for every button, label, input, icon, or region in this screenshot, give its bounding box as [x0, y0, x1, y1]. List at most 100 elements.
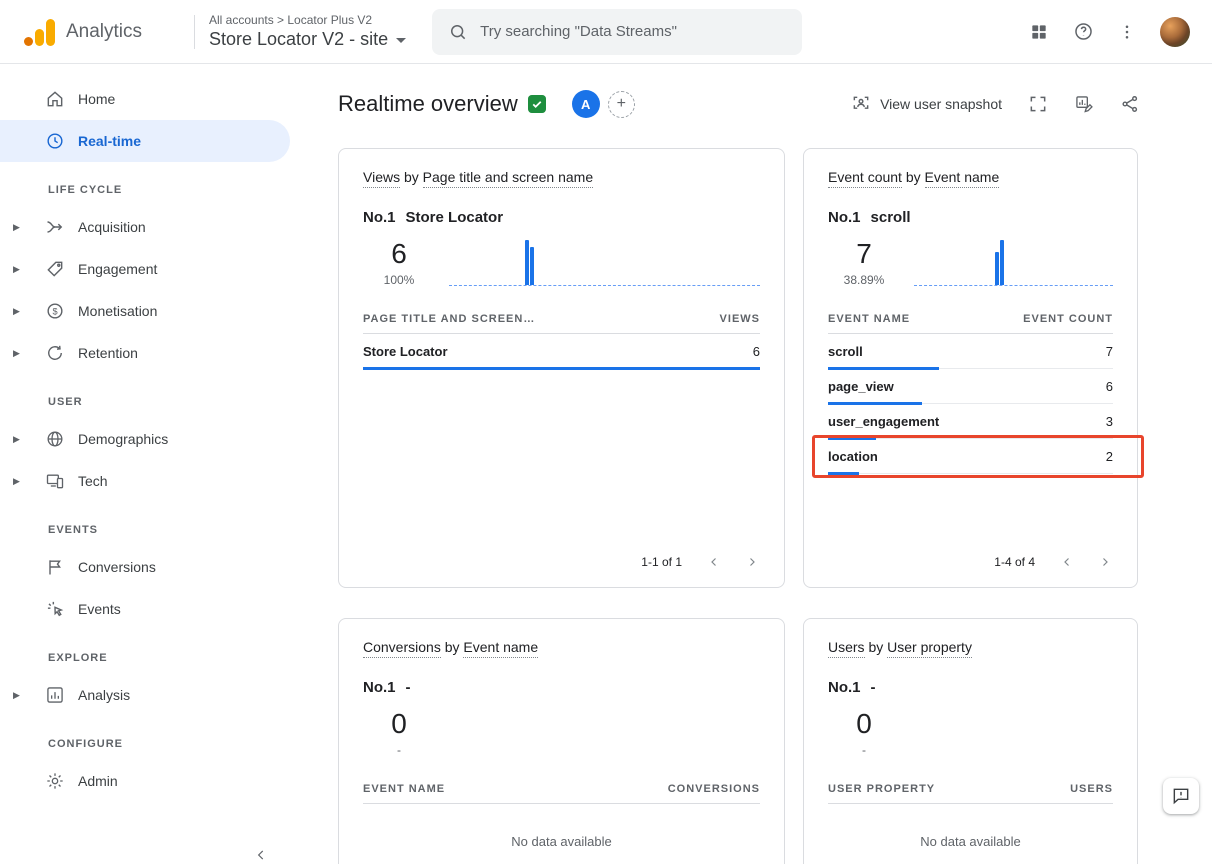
no-data-message: No data available [363, 834, 760, 849]
users-card: Users by User property No.1 - 0 - USE [803, 618, 1138, 864]
expand-chevron-icon[interactable]: ▶ [0, 476, 26, 487]
big-number: 6 [363, 238, 435, 270]
rank-value: - [871, 679, 876, 696]
rank-value: - [406, 679, 411, 696]
card-table: EVENT NAME CONVERSIONS No data available [363, 783, 760, 849]
big-number: 0 [828, 708, 900, 740]
analysis-icon [44, 684, 66, 706]
sidebar-item-analysis[interactable]: ▶ Analysis [0, 674, 290, 716]
sidebar-section-events: EVENTS [0, 502, 300, 546]
rank-value: Store Locator [406, 209, 504, 226]
apps-grid-icon[interactable] [1029, 22, 1049, 42]
demographics-icon [44, 428, 66, 450]
user-avatar[interactable] [1160, 17, 1190, 47]
table-row: scroll 7 [828, 334, 1113, 369]
flag-icon [44, 556, 66, 578]
retention-icon [44, 342, 66, 364]
no-data-message: No data available [828, 834, 1113, 849]
engagement-icon [44, 258, 66, 280]
metric-selector[interactable]: Conversions [363, 639, 441, 658]
card-title: Conversions by Event name [363, 639, 760, 655]
help-icon[interactable] [1073, 21, 1094, 42]
sparkline-chart [449, 240, 760, 286]
next-page-icon[interactable] [1099, 556, 1111, 568]
analytics-home-link[interactable]: Analytics [22, 17, 190, 47]
gear-icon [44, 770, 66, 792]
prev-page-icon[interactable] [1061, 556, 1073, 568]
pagination: 1-1 of 1 [363, 543, 760, 573]
property-name: Store Locator V2 - site [209, 29, 388, 50]
metric-selector[interactable]: Users [828, 639, 865, 658]
sidebar-item-acquisition[interactable]: ▶ Acquisition [0, 206, 290, 248]
next-page-icon[interactable] [746, 556, 758, 568]
sparkline-chart [914, 240, 1113, 286]
breadcrumb: All accounts > Locator Plus V2 [209, 13, 406, 27]
expand-chevron-icon[interactable]: ▶ [0, 222, 26, 233]
dimension-selector[interactable]: Page title and screen name [423, 169, 593, 188]
sidebar-item-home[interactable]: Home [0, 78, 290, 120]
card-title: Event count by Event name [828, 169, 1113, 185]
edit-dashboard-icon[interactable] [1074, 94, 1094, 114]
search-input[interactable] [480, 23, 786, 40]
sidebar-section-configure: CONFIGURE [0, 716, 300, 760]
row-value-bar [363, 367, 760, 370]
percent-label: - [363, 743, 435, 757]
table-row: Store Locator 6 [363, 334, 760, 369]
sidebar-section-user: USER [0, 374, 300, 418]
metric-selector[interactable]: Views [363, 169, 400, 188]
collapse-sidebar-icon[interactable] [254, 848, 268, 862]
card-table: EVENT NAME EVENT COUNT scroll 7 page_vie… [828, 313, 1113, 474]
view-user-snapshot-button[interactable]: View user snapshot [851, 94, 1002, 114]
conversions-card: Conversions by Event name No.1 - 0 - [338, 618, 785, 864]
expand-chevron-icon[interactable]: ▶ [0, 434, 26, 445]
fullscreen-icon[interactable] [1028, 94, 1048, 114]
views-card: Views by Page title and screen name No.1… [338, 148, 785, 588]
more-vertical-icon[interactable] [1118, 23, 1136, 41]
sidebar-item-retention[interactable]: ▶ Retention [0, 332, 290, 374]
rank-value: scroll [871, 209, 911, 226]
event-count-card: Event count by Event name No.1 scroll 7 … [803, 148, 1138, 588]
sidebar-item-engagement[interactable]: ▶ Engagement [0, 248, 290, 290]
rank-label: No.1 [363, 209, 396, 226]
card-table: USER PROPERTY USERS No data available [828, 783, 1113, 849]
sidebar: Home Real-time LIFE CYCLE ▶ Acquisition … [0, 64, 300, 864]
comparison-chip[interactable]: A [572, 90, 600, 118]
table-row-highlighted: location 2 [828, 439, 1113, 474]
sidebar-item-monetisation[interactable]: ▶ $ Monetisation [0, 290, 290, 332]
dimension-selector[interactable]: Event name [925, 169, 1000, 188]
dimension-selector[interactable]: Event name [463, 639, 538, 658]
expand-chevron-icon[interactable]: ▶ [0, 264, 26, 275]
card-table: PAGE TITLE AND SCREEN… VIEWS Store Locat… [363, 313, 760, 369]
dimension-selector[interactable]: User property [887, 639, 972, 658]
sidebar-item-tech[interactable]: ▶ Tech [0, 460, 290, 502]
prev-page-icon[interactable] [708, 556, 720, 568]
search-bar[interactable] [432, 9, 802, 55]
user-snapshot-icon [851, 94, 871, 114]
sidebar-section-explore: EXPLORE [0, 630, 300, 674]
monetisation-icon: $ [44, 300, 66, 322]
sidebar-item-events[interactable]: Events [0, 588, 290, 630]
percent-label: 38.89% [828, 273, 900, 287]
expand-chevron-icon[interactable]: ▶ [0, 690, 26, 701]
property-selector[interactable]: All accounts > Locator Plus V2 Store Loc… [209, 13, 406, 50]
analytics-logo-icon [22, 17, 56, 47]
add-comparison-button[interactable]: + [608, 91, 635, 118]
sidebar-item-conversions[interactable]: Conversions [0, 546, 290, 588]
header-divider [194, 15, 195, 49]
sidebar-item-realtime[interactable]: Real-time [0, 120, 290, 162]
home-icon [44, 88, 66, 110]
app-name: Analytics [66, 21, 142, 43]
rank-label: No.1 [363, 679, 396, 696]
metric-selector[interactable]: Event count [828, 169, 902, 188]
search-icon [448, 22, 468, 42]
realtime-status-icon [528, 95, 546, 113]
share-icon[interactable] [1120, 94, 1140, 114]
sidebar-item-admin[interactable]: Admin [0, 760, 290, 802]
expand-chevron-icon[interactable]: ▶ [0, 306, 26, 317]
sidebar-item-demographics[interactable]: ▶ Demographics [0, 418, 290, 460]
expand-chevron-icon[interactable]: ▶ [0, 348, 26, 359]
acquisition-icon [44, 216, 66, 238]
feedback-button[interactable] [1163, 778, 1199, 814]
row-value-bar [828, 367, 939, 370]
svg-text:$: $ [52, 306, 57, 316]
